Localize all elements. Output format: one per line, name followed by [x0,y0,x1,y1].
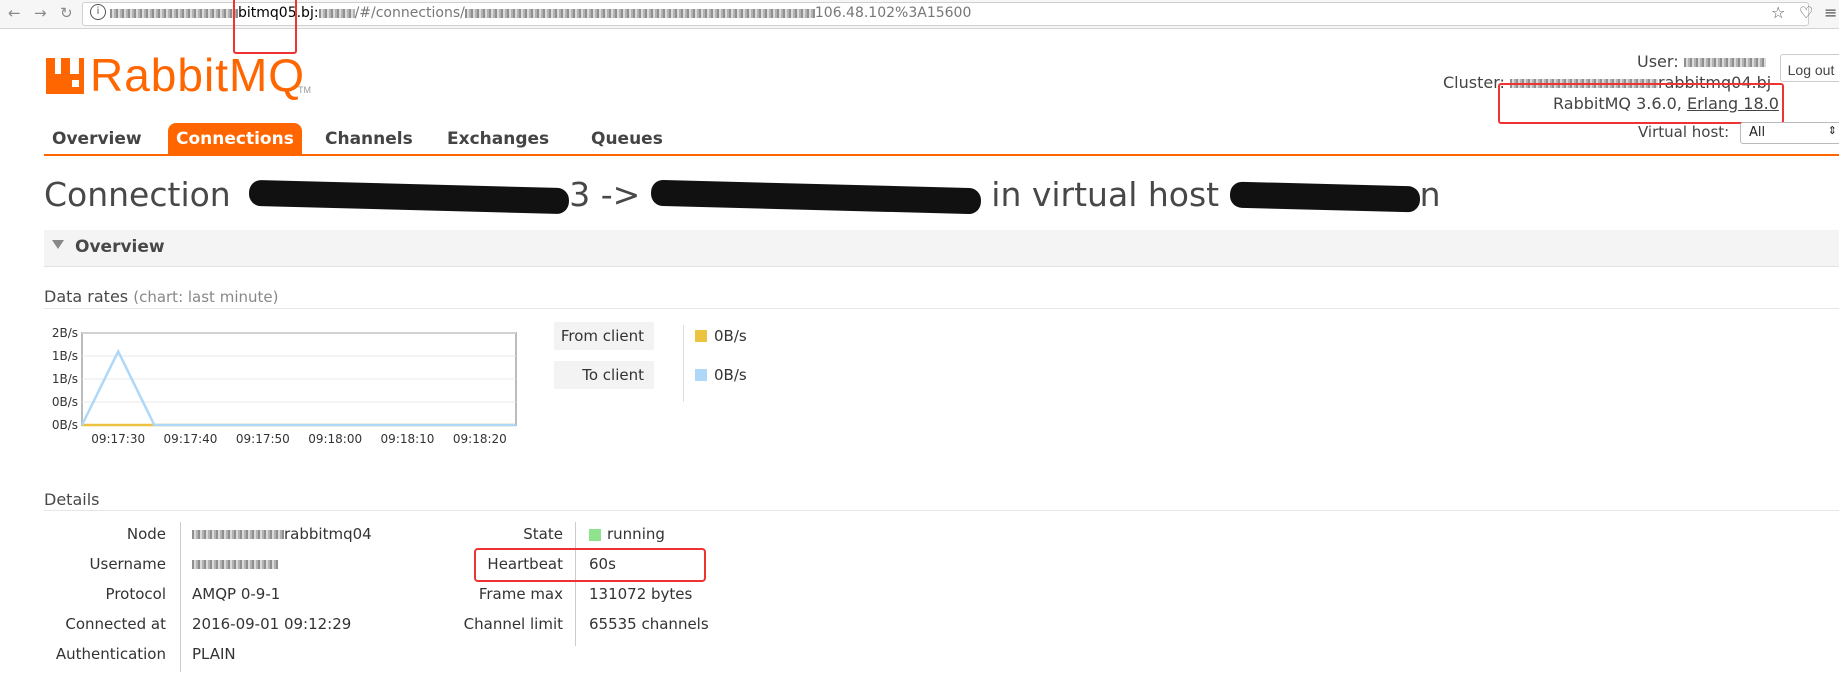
detail-label-frame-max: Frame max [478,585,563,603]
x-axis-ticks: 09:17:30 09:17:40 09:17:50 09:18:00 09:18:10… [91,432,507,445]
tab-connections[interactable]: Connections [168,123,302,155]
details-heading: Details [44,490,100,509]
data-rates-note: (chart: last minute) [133,288,279,306]
legend-divider [683,325,684,402]
title-tail: n [1419,175,1441,214]
detail-value-protocol: AMQP 0-9-1 [192,585,281,603]
redacted-vhost [1229,181,1420,212]
vhost-select[interactable]: All ⇕ [1740,122,1839,144]
tab-overview[interactable]: Overview [44,123,150,155]
detail-label-username: Username [89,555,166,573]
collapse-chevron-icon[interactable] [52,240,64,249]
info-icon[interactable]: i [90,4,106,20]
y-tick-label: 1B/s [52,372,78,386]
data-rates-chart: 2B/s1B/s1B/s0B/s0B/s 09:17:30 09:17:40 09:… [52,326,517,445]
user-name-blurred [1683,58,1766,67]
logout-button[interactable]: Log out [1780,54,1839,82]
legend-value-from-client: 0B/s [714,327,747,345]
detail-value-authentication: PLAIN [192,645,236,663]
divider [44,510,1839,511]
tab-queues[interactable]: Queues [583,123,671,155]
vhost-select-value: All [1749,125,1766,140]
tab-channels[interactable]: Channels [317,123,421,155]
y-axis-ticks: 2B/s 1B/s 1B/s 0B/s 0B/s [52,326,78,432]
running-status-icon [589,529,601,541]
reload-icon[interactable]: ↻ [60,4,73,22]
node-suffix: rabbitmq04 [284,525,372,543]
detail-label-authentication: Authentication [55,645,166,663]
divider [44,308,1839,309]
detail-value-frame-max: 131072 bytes [589,585,693,603]
user-line: User: [1637,52,1766,71]
detail-value-connected-at: 2016-09-01 09:12:29 [192,615,352,633]
url-path: /#/connections/ [354,5,465,21]
pocket-icon[interactable]: ♡ [1799,3,1813,22]
url-blurred-id [464,8,815,18]
data-rates-heading: Data rates (chart: last minute) [44,287,278,306]
detail-value-node: rabbitmq04 [192,525,372,543]
user-label: User: [1637,52,1679,71]
legend-value-to-client: 0B/s [714,366,747,384]
page-title: Connection 3 -> in virtual host n [44,175,1441,214]
y-tick-label: 0B/s [52,418,78,432]
legend-label-to-client: To client [554,361,654,389]
detail-value-state: running [607,525,665,543]
tab-underline [44,154,1839,156]
data-rates-title: Data rates [44,287,129,306]
detail-label-channel-limit: Channel limit [463,615,563,633]
select-arrows-icon: ⇕ [1827,124,1837,137]
back-icon[interactable]: ← [8,4,21,22]
legend-swatch-to-client [695,369,707,381]
title-arrow: 3 -> [569,175,651,214]
details-column-divider [180,522,181,672]
legend-swatch-from-client [695,330,707,342]
redacted-target [650,179,982,214]
detail-label-node: Node [126,525,166,543]
x-tick-label: 09:18:00 [308,432,362,445]
legend-label-from-client: From client [554,322,654,350]
url-blurred-port [318,8,355,18]
logo-text: RabbitMQ [90,49,306,101]
version-highlight-box [1498,83,1784,124]
detail-value-username [192,555,278,573]
detail-label-connected-at: Connected at [65,615,166,633]
heartbeat-highlight-box [474,548,706,582]
username-blurred [192,560,278,569]
tab-exchanges[interactable]: Exchanges [439,123,557,155]
overview-section-header[interactable] [44,230,1839,267]
y-tick-label: 0B/s [52,395,78,409]
x-tick-label: 09:17:50 [236,432,290,445]
logo-trademark: TM [298,85,311,95]
detail-label-protocol: Protocol [105,585,166,603]
y-tick-label: 1B/s [52,349,78,363]
section-title[interactable]: Overview [75,237,165,257]
title-prefix: Connection [44,175,231,214]
url-highlight-box [233,0,297,54]
cluster-label: Cluster: [1443,73,1505,92]
url-tail: 106.48.102%3A15600 [814,5,972,21]
forward-icon[interactable]: → [34,4,47,22]
rabbit-logo-icon [46,58,84,94]
title-suffix: in virtual host [991,175,1220,214]
menu-icon[interactable]: ≡ [1824,3,1837,22]
x-tick-label: 09:17:30 [91,432,145,445]
star-icon[interactable]: ☆ [1771,3,1785,22]
redacted-source [248,179,570,214]
node-blurred [192,530,284,539]
x-tick-label: 09:18:10 [381,432,435,445]
detail-label-state: State [523,525,563,543]
x-tick-label: 09:17:40 [164,432,218,445]
url-blurred-host [110,8,238,18]
x-tick-label: 09:18:20 [453,432,507,445]
details-column-divider [575,522,576,646]
y-tick-label: 2B/s [52,326,78,340]
vhost-label: Virtual host: [1638,123,1730,141]
detail-value-channel-limit: 65535 channels [589,615,709,633]
